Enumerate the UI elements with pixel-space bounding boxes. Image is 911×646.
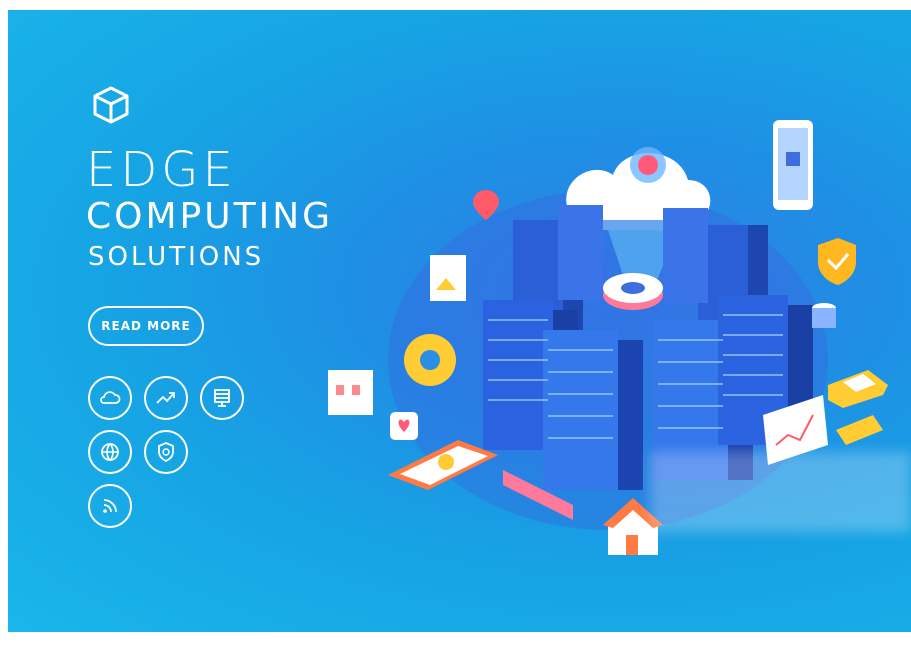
factory-icon [328, 370, 373, 415]
edge-computing-illustration [328, 120, 888, 555]
blurred-overlay [650, 452, 911, 532]
qr-phone-icon [773, 120, 813, 210]
title-edge: EDGE [86, 142, 237, 198]
cloud-icon [100, 391, 121, 404]
image-card-icon [430, 255, 466, 301]
cloud-icon-badge [88, 376, 132, 420]
hero-banner: EDGE COMPUTING SOLUTIONS READ MORE [8, 10, 911, 632]
trending-up-icon [156, 392, 175, 404]
read-more-button[interactable]: READ MORE [88, 306, 204, 346]
title-solutions: SOLUTIONS [88, 242, 265, 272]
rss-icon [103, 499, 117, 513]
car-icon [828, 370, 888, 408]
title-computing: COMPUTING [86, 196, 334, 237]
donut-chart-icon [603, 273, 663, 310]
rss-icon-badge [88, 484, 132, 528]
shield-icon-badge [144, 430, 188, 474]
globe-icon-badge [88, 430, 132, 474]
server-monitor-icon [214, 389, 230, 407]
security-shield-icon [818, 238, 856, 285]
server-icon-badge [200, 376, 244, 420]
globe-icon [101, 443, 119, 462]
cube-logo-icon [93, 86, 129, 124]
credit-card-icon [836, 415, 883, 445]
shield-icon [158, 442, 174, 463]
trend-icon-badge [144, 376, 188, 420]
